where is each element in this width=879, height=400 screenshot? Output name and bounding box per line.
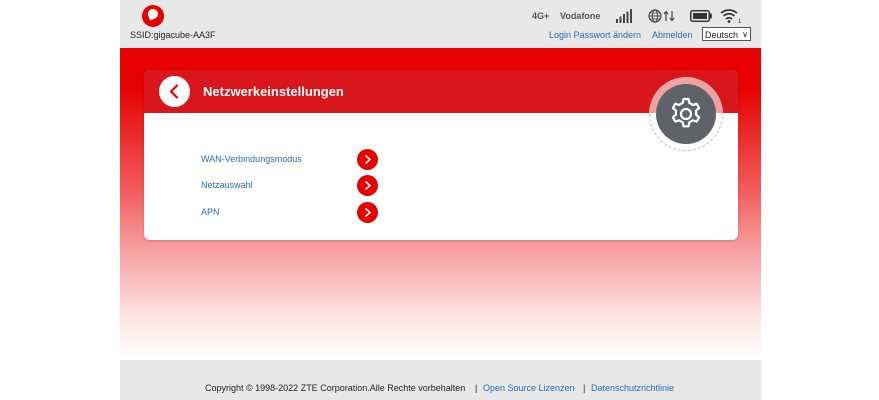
- network-type: 4G+: [532, 11, 550, 21]
- network-selection-arrow-button[interactable]: [357, 175, 378, 196]
- chevron-right-icon: [365, 155, 371, 164]
- wan-mode-arrow-button[interactable]: [357, 149, 378, 170]
- header-bar: SSID:gigacube-AA3F 4G+ Vodafone 1 Login …: [120, 0, 761, 48]
- content-area: Netzwerkeinstellungen WAN-Verbindungsmod…: [120, 48, 761, 360]
- settings-card: Netzwerkeinstellungen WAN-Verbindungsmod…: [144, 70, 738, 240]
- privacy-link[interactable]: Datenschutzrichtlinie: [591, 383, 674, 393]
- menu-item-network-selection[interactable]: Netzauswahl: [201, 180, 253, 190]
- logout-link[interactable]: Abmelden: [652, 30, 693, 40]
- menu-item-wan-mode[interactable]: WAN-Verbindungsmodus: [201, 154, 302, 164]
- back-button[interactable]: [159, 76, 190, 107]
- page-title: Netzwerkeinstellungen: [203, 84, 344, 99]
- settings-badge: [649, 77, 723, 151]
- footer-separator: |: [475, 383, 478, 393]
- chevron-right-icon: [365, 181, 371, 190]
- battery-icon: [690, 10, 712, 22]
- wifi-client-count: 1: [738, 19, 742, 24]
- wifi-icon: 1: [720, 9, 742, 24]
- login-password-link[interactable]: Login Passwort ändern: [549, 30, 641, 40]
- open-source-link[interactable]: Open Source Lizenzen: [483, 383, 575, 393]
- menu-item-apn[interactable]: APN: [201, 207, 220, 217]
- footer-separator: |: [583, 383, 586, 393]
- globe-icon: [648, 9, 675, 23]
- footer: Copyright © 1998-2022 ZTE Corporation.Al…: [120, 360, 761, 400]
- language-select[interactable]: Deutsch ∨: [702, 27, 751, 41]
- carrier-name: Vodafone: [560, 11, 601, 21]
- apn-arrow-button[interactable]: [357, 202, 378, 223]
- chevron-right-icon: [365, 208, 371, 217]
- chevron-left-icon: [169, 84, 179, 99]
- page-frame: SSID:gigacube-AA3F 4G+ Vodafone 1 Login …: [120, 0, 761, 400]
- language-value: Deutsch: [705, 30, 739, 40]
- signal-bars-icon: [616, 9, 632, 23]
- gear-icon: [656, 84, 716, 144]
- ssid-label: SSID:gigacube-AA3F: [130, 30, 216, 40]
- copyright-text: Copyright © 1998-2022 ZTE Corporation.Al…: [205, 383, 466, 393]
- chevron-down-icon: ∨: [742, 30, 748, 39]
- vodafone-logo: [142, 5, 164, 27]
